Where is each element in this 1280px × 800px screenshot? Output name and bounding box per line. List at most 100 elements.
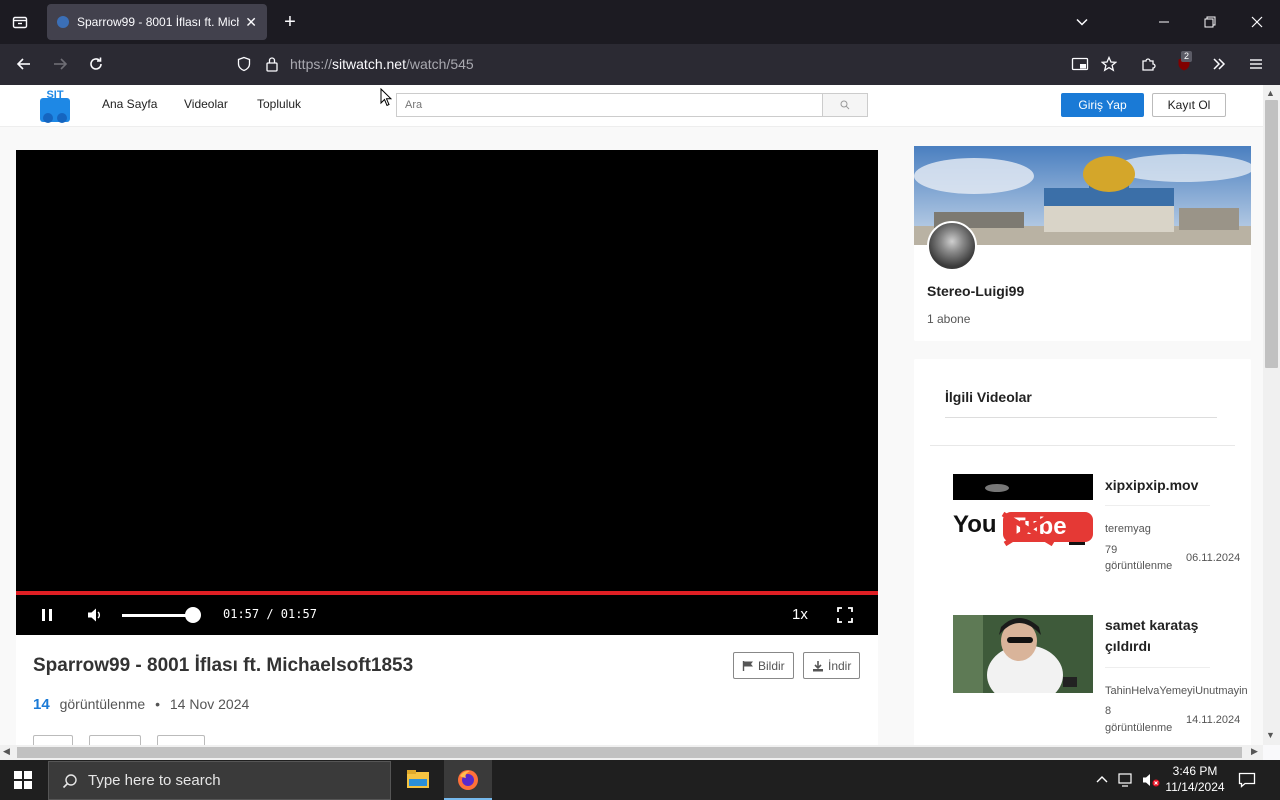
- clock-time: 3:46 PM: [1172, 764, 1218, 778]
- forward-arrow-icon[interactable]: [48, 52, 72, 76]
- close-tab-icon[interactable]: ✕: [245, 14, 257, 31]
- scroll-left-arrow-icon[interactable]: ◀: [3, 746, 10, 757]
- close-window-icon[interactable]: [1245, 10, 1269, 34]
- nav-link-home[interactable]: Ana Sayfa: [102, 97, 157, 111]
- related-video-title[interactable]: samet karataş çıldırdı: [1105, 615, 1225, 657]
- related-video-date: 14.11.2024: [1186, 714, 1241, 726]
- url-prefix: https://: [290, 56, 333, 72]
- picture-in-picture-icon[interactable]: [1068, 52, 1092, 76]
- file-explorer-icon[interactable]: [406, 768, 430, 795]
- video-time-readout: 01:57 / 01:57: [223, 607, 317, 621]
- reload-icon[interactable]: [84, 52, 108, 76]
- scroll-up-arrow-icon[interactable]: ▲: [1266, 88, 1275, 98]
- mouse-pointer-icon: [380, 87, 393, 112]
- video-info-card: Sparrow99 - 8001 İflası ft. Michaelsoft1…: [16, 635, 878, 745]
- pause-icon[interactable]: [40, 607, 54, 626]
- search-button[interactable]: [822, 94, 867, 116]
- fullscreen-icon[interactable]: [837, 607, 853, 626]
- related-video-author[interactable]: TahinHelvaYemeyiUnutmayin: [1105, 685, 1248, 697]
- upload-date: 14 Nov 2024: [169, 696, 250, 712]
- url-host: sitwatch.net: [332, 56, 406, 72]
- login-button[interactable]: Giriş Yap: [1061, 93, 1144, 117]
- restore-window-icon[interactable]: [1198, 10, 1222, 34]
- site-logo-text: SIT: [46, 89, 63, 101]
- clock-date: 11/14/2024: [1165, 780, 1225, 794]
- bookmark-star-icon[interactable]: [1097, 52, 1121, 76]
- flag-icon: [742, 660, 753, 671]
- tab-overview-icon[interactable]: [8, 10, 32, 34]
- like-button[interactable]: [33, 735, 73, 745]
- page-viewport: SIT Ana Sayfa Videolar Topluluk Giriş Ya…: [0, 85, 1263, 745]
- share-button[interactable]: [157, 735, 205, 745]
- lock-icon[interactable]: [260, 52, 284, 76]
- site-logo[interactable]: SIT: [39, 88, 71, 124]
- taskbar-search-placeholder: Type here to search: [88, 772, 221, 789]
- download-button[interactable]: İndir: [803, 652, 861, 679]
- volume-slider-handle[interactable]: [185, 607, 201, 623]
- video-player[interactable]: 01:57 / 01:57 1x: [16, 150, 878, 635]
- tracking-protection-shield-icon[interactable]: [232, 52, 256, 76]
- stats-separator: •: [155, 696, 160, 712]
- scroll-right-arrow-icon[interactable]: ▶: [1251, 746, 1258, 757]
- minimize-window-icon[interactable]: [1152, 10, 1176, 34]
- site-header: SIT Ana Sayfa Videolar Topluluk Giriş Ya…: [0, 85, 1263, 127]
- list-all-tabs-chevron-icon[interactable]: [1070, 10, 1094, 34]
- back-arrow-icon[interactable]: [12, 52, 36, 76]
- video-progress-bar[interactable]: [16, 591, 878, 595]
- volume-muted-icon[interactable]: [1142, 772, 1160, 793]
- nav-link-videos[interactable]: Videolar: [184, 97, 228, 111]
- register-button[interactable]: Kayıt Ol: [1152, 93, 1226, 117]
- volume-icon[interactable]: [87, 607, 103, 626]
- channel-avatar[interactable]: [927, 221, 977, 271]
- report-button[interactable]: Bildir: [733, 652, 794, 679]
- subscriber-count: 1 abone: [927, 312, 971, 326]
- download-icon: [813, 660, 823, 671]
- horizontal-scrollbar-thumb[interactable]: [17, 747, 1242, 758]
- playback-speed-button[interactable]: 1x: [792, 606, 808, 623]
- notifications-icon[interactable]: [1238, 771, 1256, 794]
- extensions-puzzle-icon[interactable]: [1136, 52, 1160, 76]
- related-video-views-label: görüntülenme: [1105, 722, 1173, 734]
- site-search: [396, 93, 868, 117]
- vertical-scrollbar-thumb[interactable]: [1265, 100, 1278, 368]
- heading-divider: [945, 417, 1217, 418]
- download-label: İndir: [828, 658, 852, 673]
- url-text[interactable]: https://sitwatch.net/watch/545: [290, 56, 474, 72]
- related-video-views: 79: [1105, 544, 1118, 556]
- taskbar-search-box[interactable]: Type here to search: [48, 761, 391, 800]
- search-icon: [840, 100, 850, 110]
- related-video-views-label: görüntülenme: [1105, 560, 1173, 572]
- report-label: Bildir: [758, 658, 785, 673]
- video-stats: 14 görüntülenme • 14 Nov 2024: [33, 696, 249, 713]
- related-video-author[interactable]: teremyag: [1105, 523, 1151, 535]
- tab-title: Sparrow99 - 8001 İflası ft. Michaelsoft1…: [77, 15, 239, 29]
- more-tools-chevrons-icon[interactable]: [1207, 52, 1231, 76]
- scroll-down-arrow-icon[interactable]: ▼: [1266, 730, 1275, 740]
- search-input[interactable]: [397, 94, 822, 116]
- volume-slider-track[interactable]: [122, 614, 194, 617]
- section-divider: [930, 445, 1235, 446]
- url-path: /watch/545: [405, 56, 474, 72]
- related-video-views: 8: [1105, 705, 1112, 717]
- channel-name[interactable]: Stereo-Luigi99: [927, 283, 1024, 299]
- network-icon[interactable]: [1118, 772, 1134, 793]
- view-count-label: görüntülenme: [59, 696, 146, 712]
- related-videos-heading: İlgili Videolar: [945, 389, 1032, 405]
- svg-text:You: You: [953, 511, 997, 538]
- dislike-button[interactable]: [89, 735, 141, 745]
- hamburger-menu-icon[interactable]: [1244, 52, 1268, 76]
- related-video-thumbnail[interactable]: You Tube: [953, 474, 1093, 552]
- item-divider: [1105, 505, 1210, 506]
- video-title: Sparrow99 - 8001 İflası ft. Michaelsoft1…: [33, 655, 414, 676]
- browser-tab-bar: Sparrow99 - 8001 İflası ft. Michaelsoft1…: [0, 0, 1280, 44]
- show-hidden-icons-chevron-icon[interactable]: [1095, 772, 1109, 789]
- browser-tab-active[interactable]: Sparrow99 - 8001 İflası ft. Michaelsoft1…: [47, 4, 267, 40]
- taskbar-search-icon: [62, 773, 77, 788]
- new-tab-icon[interactable]: +: [278, 10, 302, 34]
- related-video-thumbnail[interactable]: [953, 615, 1093, 693]
- taskbar-clock[interactable]: 3:46 PM 11/14/2024: [1160, 763, 1230, 795]
- nav-link-community[interactable]: Topluluk: [257, 97, 301, 111]
- windows-start-icon[interactable]: [14, 771, 32, 794]
- firefox-icon[interactable]: [456, 768, 480, 797]
- related-video-title[interactable]: xipxipxip.mov: [1105, 475, 1225, 496]
